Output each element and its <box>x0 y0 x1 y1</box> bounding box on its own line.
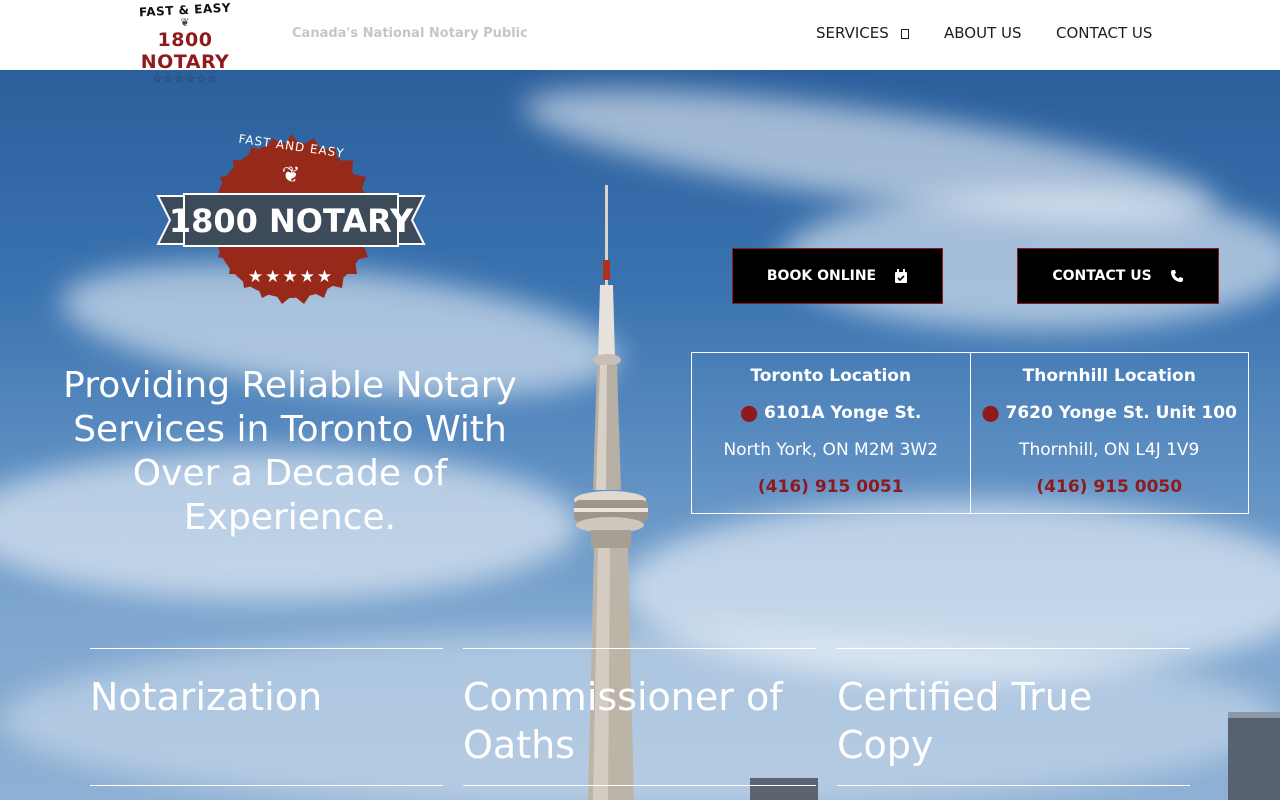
site-logo[interactable]: FAST & EASY ❦ 1800 NOTARY ☆☆☆☆☆☆ <box>112 1 258 85</box>
calendar-check-icon <box>895 268 908 283</box>
maple-leaf-icon: ❦ <box>282 163 300 188</box>
location-city: North York, ON M2M 3W2 <box>723 440 939 460</box>
location-name: Thornhill Location <box>1022 366 1196 386</box>
service-certified-true-copy[interactable]: Certified True Copy <box>837 648 1190 786</box>
hero-headline: Providing Reliable Notary Services in To… <box>63 365 517 538</box>
location-thornhill: Thornhill Location ⬤ 7620 Yonge St. Unit … <box>969 353 1249 513</box>
service-commissioner-of-oaths[interactable]: Commissioner of Oaths <box>463 648 816 786</box>
service-notarization[interactable]: Notarization <box>90 648 443 786</box>
service-label: Notarization <box>90 675 323 719</box>
badge-brand: 1800 NOTARY <box>169 202 414 240</box>
location-phone[interactable]: (416) 915 0051 <box>692 477 970 497</box>
contact-us-button[interactable]: CONTACT US <box>1017 248 1219 304</box>
location-toronto: Toronto Location ⬤ 6101A Yonge St. North … <box>692 353 970 513</box>
logo-stars: ☆☆☆☆☆☆ <box>152 72 218 85</box>
nav-about-us[interactable]: ABOUT US <box>944 24 1022 42</box>
site-tagline: Canada's National Notary Public <box>292 26 528 41</box>
service-label-line1: Commissioner of <box>463 675 783 719</box>
service-label-line2: Oaths <box>463 723 575 767</box>
hero-section: FAST AND EASY ❦ 1800 NOTARY ★★★★★ Provid… <box>0 70 1280 800</box>
nav-contact-us[interactable]: CONTACT US <box>1056 24 1152 42</box>
location-city: Thornhill, ON L4J 1V9 <box>1019 440 1200 460</box>
service-label: Certified True Copy <box>837 675 1093 767</box>
notary-badge-logo: FAST AND EASY ❦ 1800 NOTARY ★★★★★ <box>156 132 426 304</box>
book-online-label: BOOK ONLINE <box>766 268 877 284</box>
nav-services-label: SERVICES <box>816 24 889 42</box>
contact-us-label: CONTACT US <box>1052 268 1152 284</box>
dropdown-square-icon[interactable] <box>900 29 909 39</box>
nav-services[interactable]: SERVICES <box>816 24 909 42</box>
map-pin-icon: ⬤ <box>981 403 1000 422</box>
logo-brand: 1800 NOTARY <box>140 29 230 73</box>
locations-box: Toronto Location ⬤ 6101A Yonge St. North … <box>691 352 1249 514</box>
book-online-button[interactable]: BOOK ONLINE <box>732 248 943 304</box>
location-address: ⬤ 7620 Yonge St. Unit 100 <box>971 403 1249 427</box>
location-address-text: 7620 Yonge St. Unit 100 <box>1005 403 1237 423</box>
location-address: ⬤ 6101A Yonge St. <box>692 403 970 427</box>
map-pin-icon: ⬤ <box>740 403 759 422</box>
location-address-text: 6101A Yonge St. <box>764 403 922 423</box>
location-phone[interactable]: (416) 915 0050 <box>971 477 1249 497</box>
phone-icon <box>1170 270 1183 282</box>
location-name: Toronto Location <box>750 366 912 386</box>
badge-stars: ★★★★★ <box>248 267 334 287</box>
site-header: FAST & EASY ❦ 1800 NOTARY ☆☆☆☆☆☆ Canada'… <box>0 0 1280 85</box>
